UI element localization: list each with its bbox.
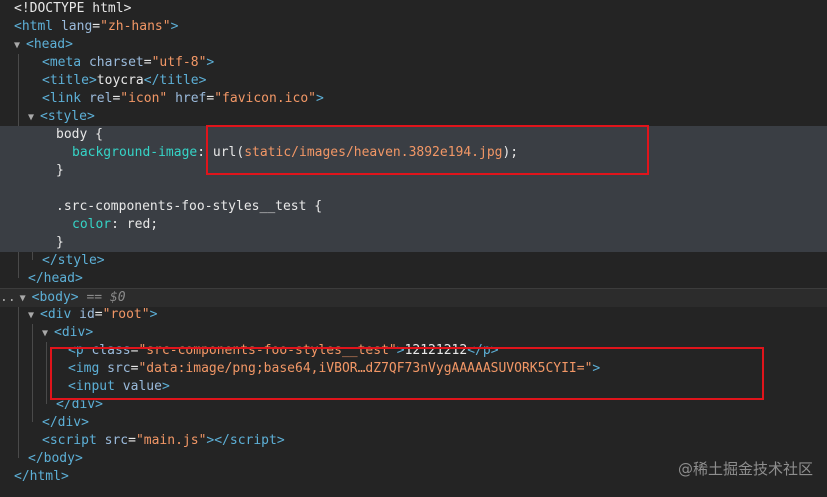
attr-name: lang xyxy=(60,19,93,34)
css-brace: } xyxy=(56,163,64,178)
tag-name: div xyxy=(61,325,86,340)
css-line: .src-components-foo-styles__test { xyxy=(0,198,827,216)
attr-value: zh-hans xyxy=(107,19,163,34)
attr-name: id xyxy=(79,307,95,322)
tag-name: div xyxy=(47,307,72,322)
attr-value: root xyxy=(110,307,142,322)
expand-triangle-icon[interactable]: ▼ xyxy=(28,307,40,325)
css-line: color: red; xyxy=(72,217,159,232)
tag-name: link xyxy=(49,91,82,106)
root-div-node[interactable]: ▼ <div id="root"> xyxy=(0,306,827,324)
attr-name: rel xyxy=(88,91,113,106)
watermark-text: @稀土掘金技术社区 xyxy=(677,460,813,478)
css-value: red; xyxy=(126,217,159,232)
tag-name: script xyxy=(49,433,97,448)
tag-name: meta xyxy=(49,55,82,70)
attr-name: src xyxy=(104,433,129,448)
style-node[interactable]: ▼ <style> xyxy=(0,108,827,126)
tag-name: body xyxy=(43,451,75,466)
script-node[interactable]: <script src="main.js"></script> xyxy=(0,432,827,450)
tag-name: title xyxy=(159,73,199,88)
row-dots: .. xyxy=(0,290,16,305)
style-close-node[interactable]: </style> xyxy=(0,252,827,270)
tag-name: title xyxy=(49,73,89,88)
tag-name: head xyxy=(43,271,75,286)
tag-name: style xyxy=(57,253,97,268)
attr-value: icon xyxy=(128,91,160,106)
selected-marker: == $0 xyxy=(86,290,126,305)
title-text: toycra xyxy=(96,73,144,88)
tag-name: html xyxy=(21,19,54,34)
tag-name: style xyxy=(47,109,87,124)
title-node[interactable]: <title>toycra</title> xyxy=(0,72,827,90)
css-line: } xyxy=(0,234,827,252)
tag-name: html xyxy=(29,469,61,484)
css-property: color xyxy=(72,217,112,232)
expand-triangle-icon[interactable]: ▼ xyxy=(42,325,54,343)
css-brace: } xyxy=(56,235,64,250)
attr-value: utf-8 xyxy=(159,55,199,70)
meta-node[interactable]: <meta charset="utf-8"> xyxy=(0,54,827,72)
root-div-close-node[interactable]: </div> xyxy=(0,414,827,432)
expand-triangle-icon[interactable]: ▼ xyxy=(14,37,26,55)
attr-name: charset xyxy=(88,55,144,70)
head-node[interactable]: ▼ <head> xyxy=(0,36,827,54)
tag-name: div xyxy=(57,415,82,430)
tag-name: script xyxy=(229,433,277,448)
tag-name: head xyxy=(33,37,66,52)
css-property: background-image xyxy=(72,145,198,160)
devtools-elements-panel: <!DOCTYPE html> <html lang="zh-hans"> ▼ <… xyxy=(0,0,827,497)
expand-triangle-icon[interactable]: ▼ xyxy=(28,109,40,127)
tag-name: body xyxy=(39,290,71,305)
doctype-node[interactable]: <!DOCTYPE html> xyxy=(0,0,827,18)
doctype-text: <!DOCTYPE html> xyxy=(14,1,132,16)
link-node[interactable]: <link rel="icon" href="favicon.ico"> xyxy=(0,90,827,108)
inner-div-node[interactable]: ▼ <div> xyxy=(0,324,827,342)
css-selector: .src-components-foo-styles__test { xyxy=(56,199,323,214)
highlight-box-css-url xyxy=(206,125,649,175)
attr-name: href xyxy=(175,91,207,106)
css-selector: body { xyxy=(56,127,103,142)
html-node[interactable]: <html lang="zh-hans"> xyxy=(0,18,827,36)
body-node[interactable]: .. ▼ <body> == $0 xyxy=(0,289,827,307)
head-close-node[interactable]: </head> xyxy=(0,270,827,288)
attr-value: favicon.ico xyxy=(222,91,309,106)
attr-value: main.js xyxy=(143,433,199,448)
highlight-box-root-children xyxy=(50,347,764,400)
